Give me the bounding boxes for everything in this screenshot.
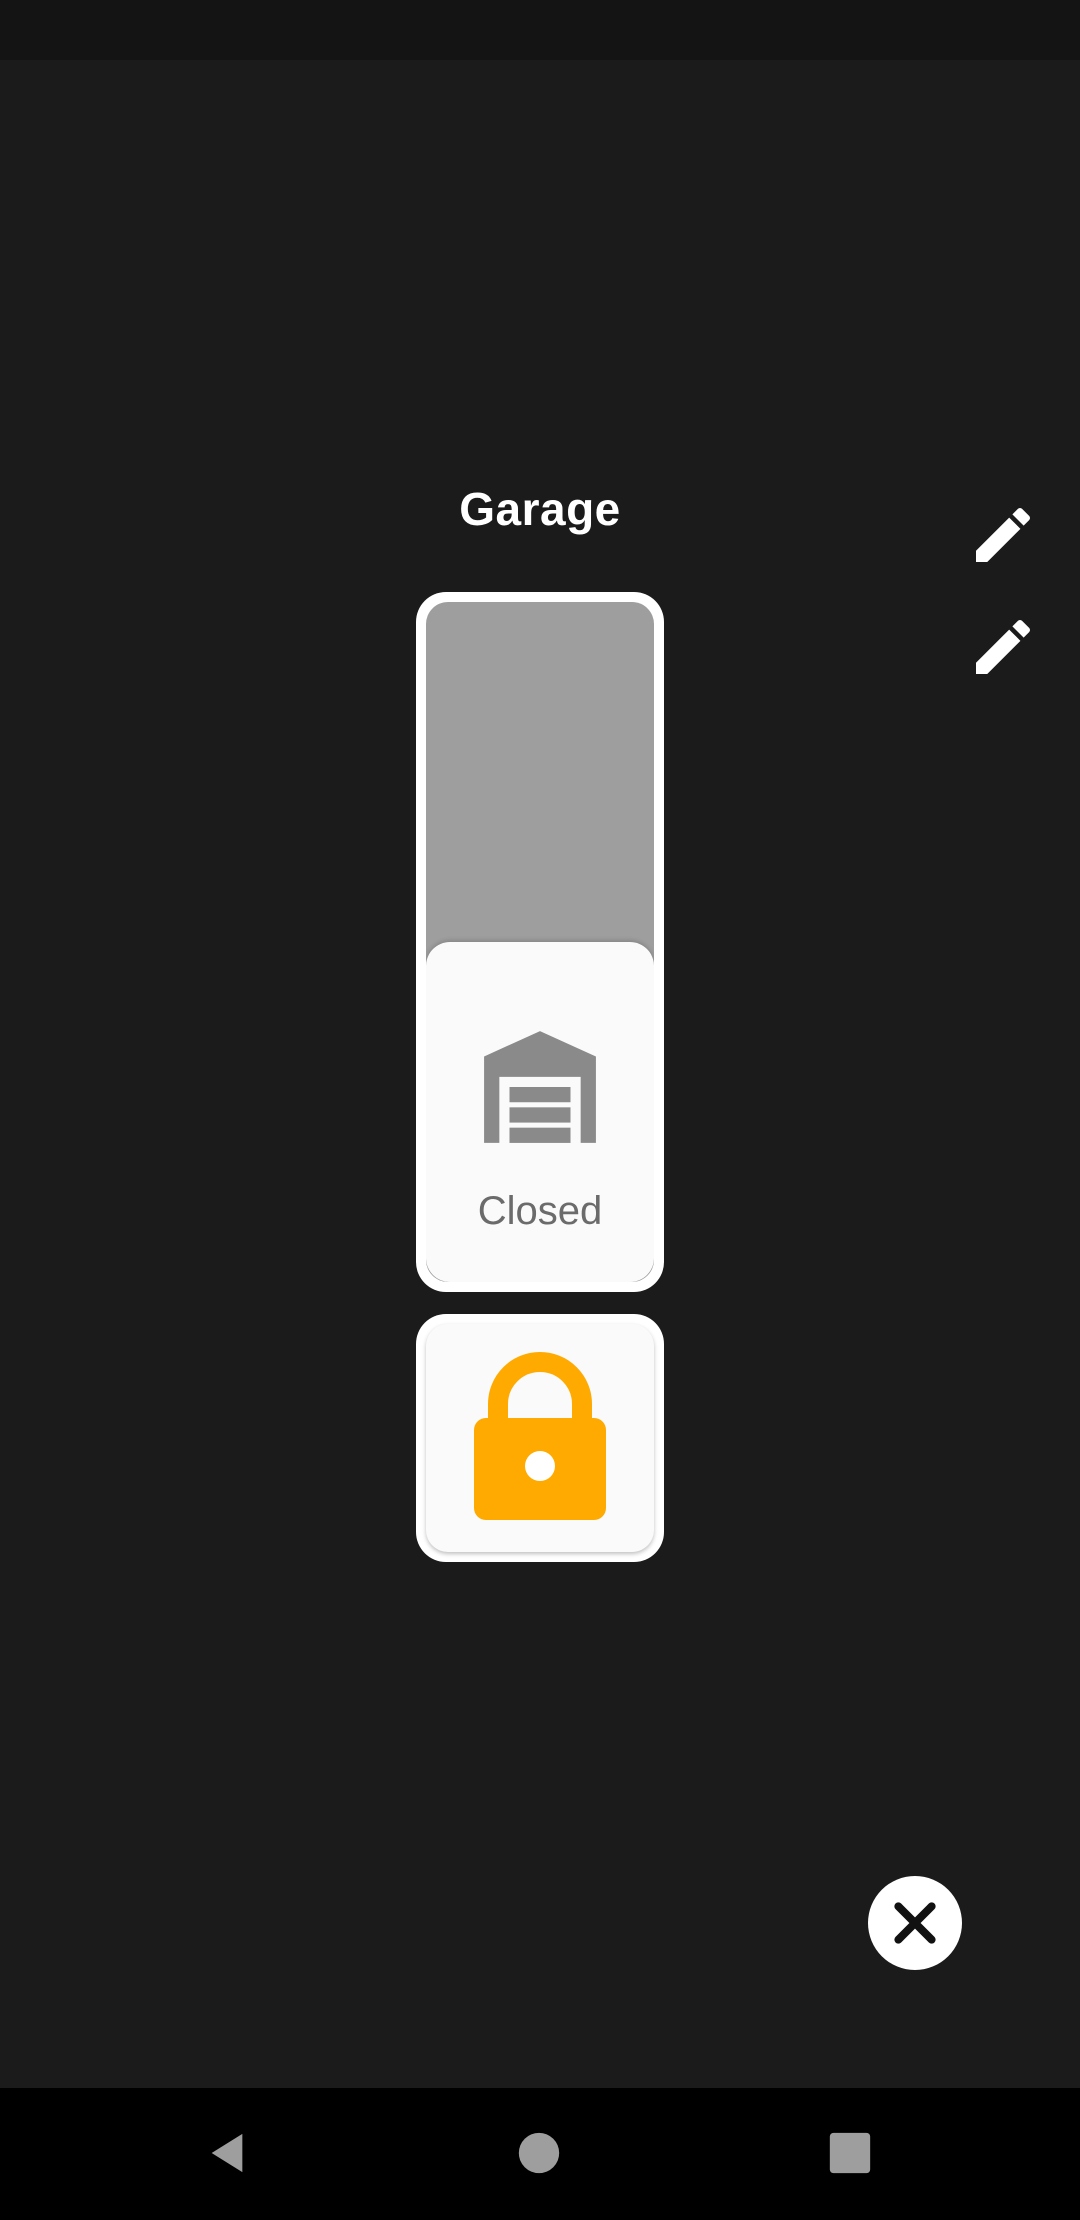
edit-button-primary[interactable] [958,490,1048,580]
pencil-icon [976,619,1031,674]
navigation-bar [0,2088,1080,2220]
home-circle-icon [518,2132,560,2174]
nav-back-button[interactable] [182,2108,272,2198]
garage-icon [484,1031,596,1143]
close-icon [894,1902,936,1944]
cover-slider-fill[interactable]: Closed [426,942,654,1282]
cover-slider-tile[interactable]: Closed [416,592,664,1292]
close-button[interactable] [868,1876,962,1970]
nav-recents-button[interactable] [805,2108,895,2198]
nav-home-button[interactable] [494,2108,584,2198]
lock-button[interactable] [426,1324,654,1552]
status-bar [0,0,1080,60]
cover-state-label: Closed [477,1189,603,1233]
recents-square-icon [829,2132,871,2174]
edit-button-secondary[interactable] [958,602,1048,692]
screen: Garage Closed [0,0,1080,2220]
dialog-title: Garage [459,483,621,535]
lock-open-icon [474,1352,606,1520]
back-triangle-icon [211,2133,243,2173]
pencil-icon [976,507,1031,562]
cover-slider-track[interactable]: Closed [426,602,654,1282]
lock-tile[interactable] [416,1314,664,1562]
